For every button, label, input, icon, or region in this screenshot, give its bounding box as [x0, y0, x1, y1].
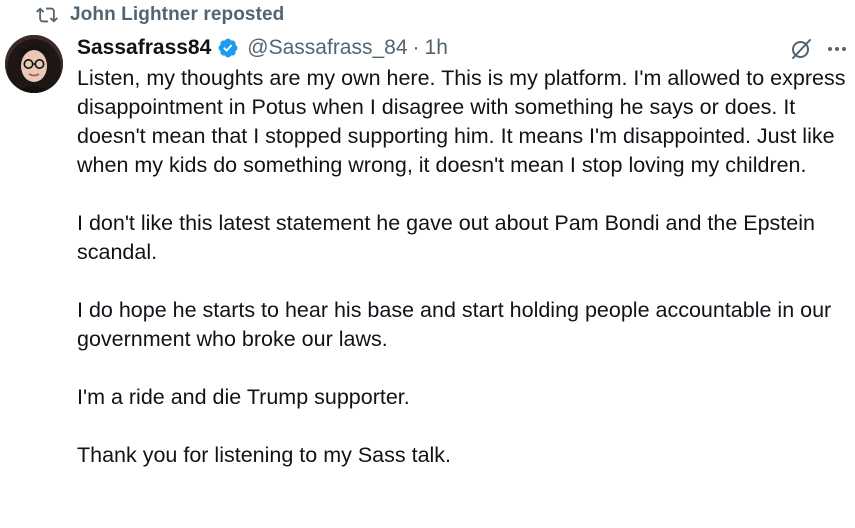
repost-label[interactable]: John Lightner reposted	[70, 4, 284, 26]
tweet-text: Listen, my thoughts are my own here. Thi…	[77, 64, 853, 499]
tweet-paragraph: Listen, my thoughts are my own here. Thi…	[77, 66, 846, 177]
tweet-paragraph: I do hope he starts to hear his base and…	[77, 298, 832, 351]
more-options-icon[interactable]	[824, 38, 850, 60]
avatar[interactable]	[5, 35, 63, 93]
repost-icon	[36, 4, 58, 26]
tweet-paragraph: Thank you for listening to my Sass talk.	[77, 443, 452, 467]
tweet-timestamp[interactable]: 1h	[425, 36, 448, 60]
header-separator: ·	[412, 36, 420, 59]
tweet-paragraph: I'm a ride and die Trump supporter.	[77, 385, 410, 409]
grok-icon[interactable]	[789, 37, 813, 61]
repost-indicator[interactable]: John Lightner reposted	[36, 4, 284, 26]
verified-badge-icon	[217, 37, 239, 59]
avatar-image	[5, 35, 63, 93]
tweet-paragraph: I don't like this latest statement he ga…	[77, 211, 815, 264]
author-display-name[interactable]: Sassafrass84	[77, 36, 211, 60]
author-handle[interactable]: @Sassafrass_84	[247, 36, 407, 60]
tweet-header: Sassafrass84 @Sassafrass_84 · 1h	[77, 33, 448, 63]
